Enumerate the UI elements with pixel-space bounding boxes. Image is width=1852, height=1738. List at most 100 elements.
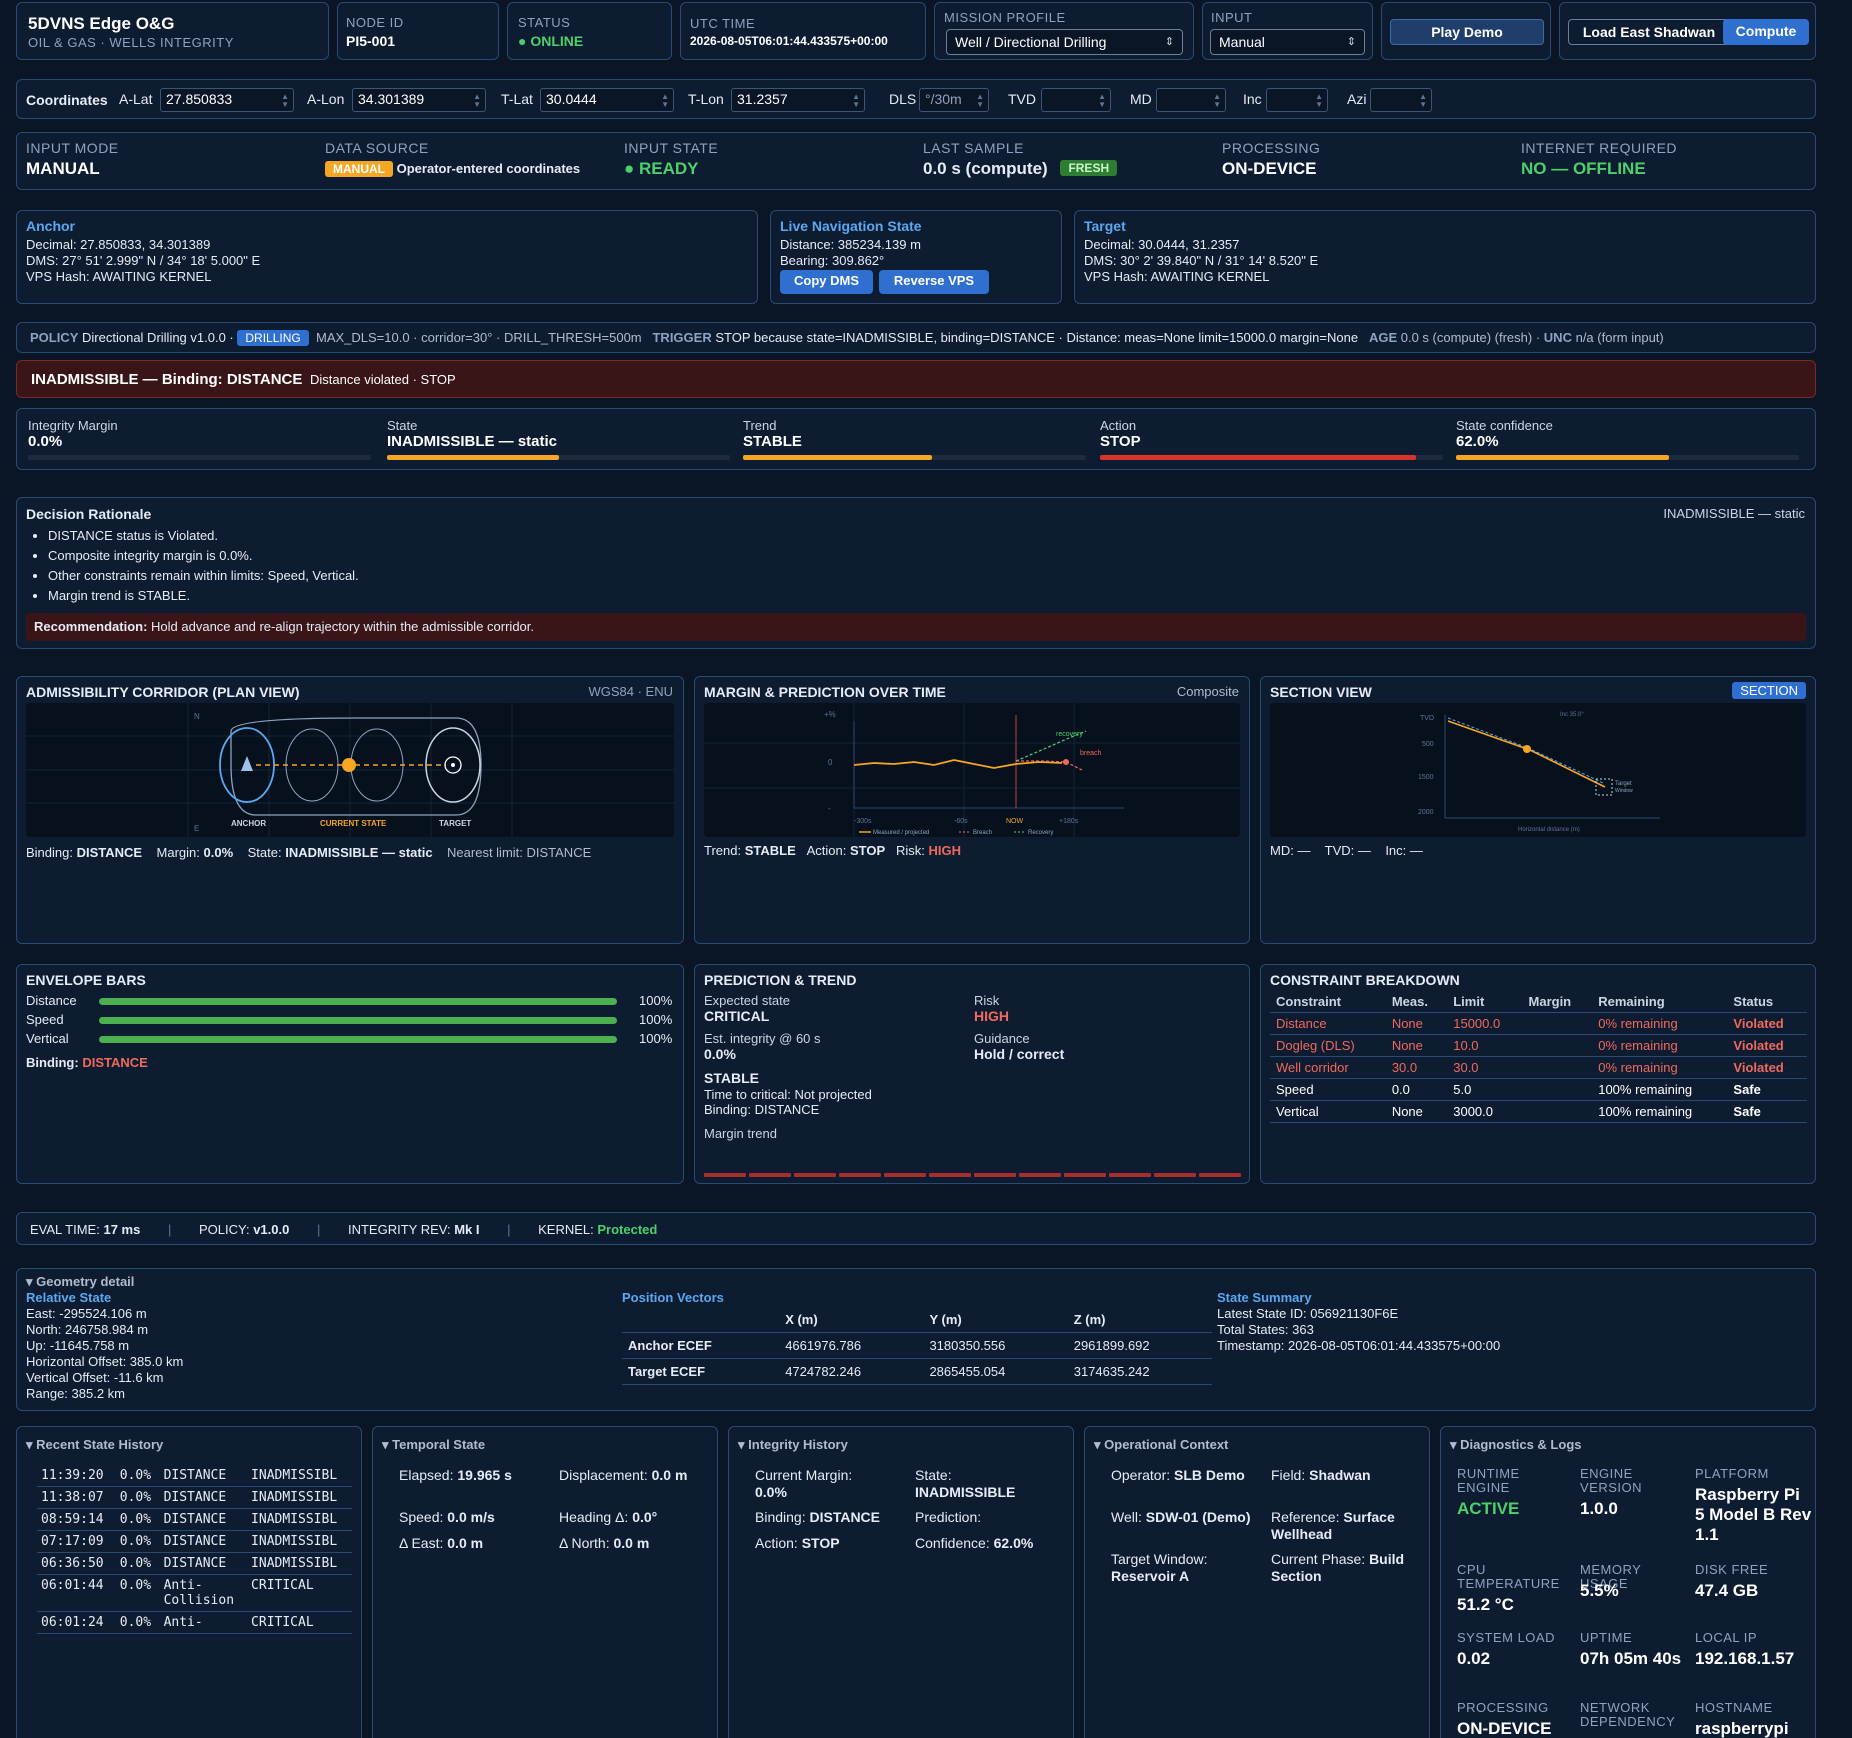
md-input[interactable]: ▲ ▼ (1156, 88, 1226, 112)
tvd-input[interactable]: ▲ ▼ (1041, 88, 1111, 112)
margin-chart-title: MARGIN & PREDICTION OVER TIME (704, 684, 946, 700)
legend-recovery: Recovery (1028, 830, 1053, 836)
x-tick-2: -60s (954, 818, 968, 825)
temporal-toggle[interactable]: ▾ Temporal State (382, 1437, 485, 1453)
metric-label: Trend (743, 418, 777, 433)
margin-chart-tag: Composite (1176, 684, 1239, 699)
current-margin-value: 0.0% (755, 1484, 787, 1500)
diag-value: 07h 05m 40s (1580, 1649, 1682, 1668)
int-state-label: State: (915, 1467, 952, 1483)
utc-panel: UTC TIME 2026-08-05T06:01:44.433575+00:0… (680, 2, 926, 60)
trend-segment (1154, 1173, 1196, 1177)
reference: Reference: Surface Wellhead (1271, 1509, 1421, 1543)
binding-value: DISTANCE (76, 845, 143, 860)
constraint-row: Vertical None 3000.0 100% remaining Safe (1270, 1100, 1807, 1123)
constraint-cell: None (1385, 1034, 1448, 1057)
coordinates-label: Coordinates (26, 92, 108, 108)
a-lon-label: A-Lon (307, 91, 345, 107)
mission-panel: MISSION PROFILE Well / Directional Drill… (934, 2, 1194, 60)
position-vectors-title: Position Vectors (622, 1290, 724, 1305)
vector-header (622, 1307, 780, 1333)
copy-dms-button[interactable]: Copy DMS (780, 270, 873, 294)
relative-item: Up: -11645.758 m (26, 1338, 130, 1353)
history-cell: DISTANCE (159, 1486, 248, 1509)
constraint-cell: 30.0 (1385, 1056, 1448, 1079)
load-east-shadwan-button[interactable]: Load East Shadwan (1568, 19, 1730, 45)
diagnostics-toggle[interactable]: ▾ Diagnostics & Logs (1450, 1437, 1582, 1453)
risk-label: Risk: (896, 843, 925, 858)
anchor-title: Anchor (26, 218, 75, 234)
constraint-cell: 0.0 (1385, 1078, 1448, 1101)
input-select[interactable]: Manual ⇕ (1210, 29, 1365, 55)
vector-header: Z (m) (1067, 1307, 1212, 1333)
status-strip: INPUT MODE MANUAL DATA SOURCE MANUAL Ope… (16, 132, 1816, 190)
t-lon-input[interactable]: 31.2357 ▲ ▼ (731, 88, 865, 112)
vector-body: Anchor ECEF 4661976.786 3180350.556 2961899… (622, 1332, 1212, 1385)
a-lon-input[interactable]: 34.301389 ▲ ▼ (352, 88, 486, 112)
history-cell: 0.0% (115, 1465, 160, 1487)
spinner-icon: ▲ ▼ (1098, 92, 1106, 109)
margin-value: 0.0% (203, 845, 234, 860)
constraint-header: Margin (1522, 991, 1593, 1013)
mission-select[interactable]: Well / Directional Drilling ⇕ (946, 29, 1183, 55)
a-lat-input[interactable]: 27.850833 ▲ ▼ (160, 88, 294, 112)
constraint-cell: 100% remaining (1592, 1100, 1728, 1123)
risk-pred-label: Risk (974, 993, 1000, 1008)
opctx-toggle[interactable]: ▾ Operational Context (1094, 1437, 1228, 1453)
vector-row: Target ECEF 4724782.246 2865455.054 3174635… (622, 1358, 1212, 1385)
action-value: STOP (849, 843, 886, 858)
integrity-toggle[interactable]: ▾ Integrity History (738, 1437, 848, 1453)
constraint-table: Constraint Meas. Limit Margin Remaining Statu… (1270, 991, 1807, 1123)
temporal-panel: ▾ Temporal State Elapsed: 19.965 s Displ… (372, 1426, 718, 1738)
trend-segment (1019, 1173, 1061, 1177)
compute-button[interactable]: Compute (1723, 19, 1809, 45)
history-toggle[interactable]: ▾ Recent State History (26, 1437, 163, 1453)
policy-name: Directional Drilling v1.0.0 · (82, 330, 234, 345)
displacement: Displacement: 0.0 m (559, 1467, 699, 1483)
history-cell: INADMISSIBL (247, 1486, 352, 1509)
metric-bar (1100, 455, 1443, 460)
x-tick-1: -300s (854, 818, 872, 825)
constraint-row: Dogleg (DLS) None 10.0 0% remaining Violated (1270, 1034, 1807, 1057)
dls-input[interactable]: °/30m ▲ ▼ (919, 88, 989, 112)
azi-input[interactable]: ▲ ▼ (1370, 88, 1432, 112)
metric-bar-fill (743, 455, 932, 460)
vector-header-row: X (m) Y (m) Z (m) (622, 1307, 1212, 1333)
corridor-frame: WGS84 · ENU (588, 684, 673, 699)
envelope-bar-label: Speed (26, 1012, 64, 1027)
diag-value: 47.4 GB (1695, 1581, 1759, 1600)
metric-label: State (387, 418, 418, 433)
est-value: 0.0% (704, 1046, 736, 1062)
constraint-cell (1522, 1034, 1593, 1057)
processing-value: ON-DEVICE (1222, 159, 1317, 178)
metric-value: 62.0% (1456, 433, 1499, 450)
geometry-toggle[interactable]: ▾ Geometry detail (26, 1274, 134, 1290)
int-binding: Binding: DISTANCE (755, 1509, 880, 1525)
envelope-bar-value: 100% (639, 1012, 673, 1027)
alert-title: INADMISSIBLE — Binding: DISTANCE (31, 371, 303, 388)
history-row: 06:01:24 0.0% Anti- CRITICAL (37, 1611, 352, 1634)
t-lat-input[interactable]: 30.0444 ▲ ▼ (540, 88, 674, 112)
reverse-vps-button[interactable]: Reverse VPS (879, 270, 989, 294)
int-conf-label: Confidence: (915, 1535, 990, 1551)
speed-label: Speed: (399, 1509, 444, 1525)
vector-cell: 4661976.786 (779, 1332, 924, 1359)
spinner-icon: ▲ ▼ (976, 92, 984, 109)
target-dms: DMS: 30° 2' 39.840" N / 31° 14' 8.520" E (1084, 253, 1319, 268)
live-nav-distance: Distance: 385234.139 m (780, 237, 921, 252)
envelope-bar-fill (99, 1017, 617, 1024)
disp-label: Displacement: (559, 1467, 648, 1483)
metric-label: State confidence (1456, 418, 1553, 433)
diag-value: 51.2 °C (1457, 1595, 1514, 1614)
envelope-binding: Binding: DISTANCE (26, 1055, 148, 1070)
history-row: 11:39:20 0.0% DISTANCE INADMISSIBL (37, 1465, 352, 1487)
x-tick-now: NOW (1006, 818, 1024, 825)
status-panel: STATUS ● ONLINE (507, 2, 672, 60)
de-value: 0.0 m (447, 1535, 484, 1551)
target-window-label: Target Window: (1111, 1551, 1208, 1567)
inc-input[interactable]: ▲ ▼ (1266, 88, 1328, 112)
metric-bar (743, 455, 1086, 460)
trend-segment (1064, 1173, 1106, 1177)
utc-label: UTC TIME (690, 16, 756, 31)
play-demo-button[interactable]: Play Demo (1390, 19, 1544, 45)
